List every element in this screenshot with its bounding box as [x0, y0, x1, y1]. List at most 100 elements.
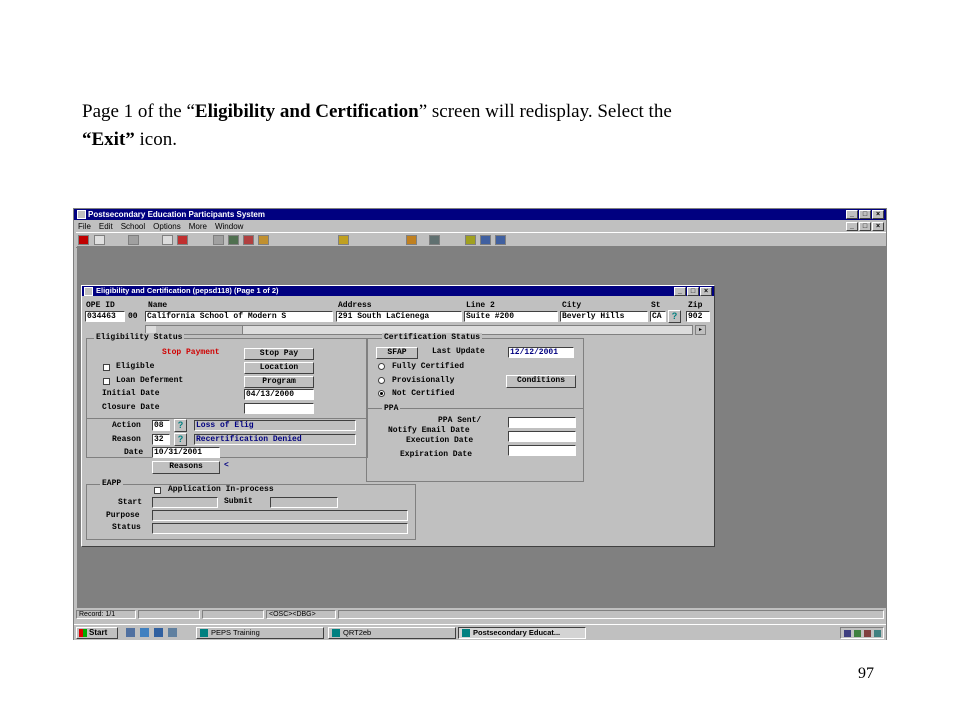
child-restore-icon[interactable]: □: [859, 222, 871, 231]
status-cell-5: [338, 610, 884, 619]
eapp-submit-field: [270, 497, 338, 508]
prev-record-icon[interactable]: [480, 235, 491, 245]
fully-certified-radio[interactable]: [378, 363, 385, 370]
desktop-icon[interactable]: [126, 628, 135, 637]
notify-email-date-label: Notify Email Date: [388, 426, 470, 435]
child-restore-close-icon[interactable]: ×: [872, 222, 884, 231]
certification-status-title: Certification Status: [382, 333, 483, 342]
expiration-date-field[interactable]: [508, 445, 576, 456]
edit-icon[interactable]: [338, 235, 349, 245]
reason-lov-icon[interactable]: ?: [174, 433, 187, 446]
start-button[interactable]: Start: [76, 627, 118, 639]
application-in-process-checkbox[interactable]: [154, 487, 161, 494]
action-label: Action: [112, 421, 141, 430]
loan-deferment-checkbox[interactable]: [103, 378, 110, 385]
eligible-label: Eligible: [116, 362, 155, 371]
close-icon[interactable]: ×: [872, 210, 884, 219]
line2-field[interactable]: Suite #200: [464, 311, 558, 322]
reason-code-field[interactable]: 32: [152, 434, 170, 445]
save-icon[interactable]: [94, 235, 105, 245]
next-icon[interactable]: [465, 235, 476, 245]
check-icon[interactable]: [429, 235, 440, 245]
child-maximize-icon[interactable]: □: [687, 287, 699, 296]
cursor-arrow-icon: <: [224, 461, 229, 470]
eapp-title: EAPP: [100, 479, 124, 488]
reason-label: Reason: [112, 435, 141, 444]
delete-record-icon[interactable]: [243, 235, 254, 245]
child-restore-minimize-icon[interactable]: _: [846, 222, 858, 231]
provisionally-radio[interactable]: [378, 377, 385, 384]
query-icon[interactable]: [162, 235, 173, 245]
tray-monitor-icon[interactable]: [874, 630, 881, 637]
sort-icon[interactable]: [177, 235, 188, 245]
initial-date-field[interactable]: 04/13/2000: [244, 389, 314, 400]
outlook-icon[interactable]: [154, 628, 163, 637]
conditions-button[interactable]: Conditions: [506, 375, 576, 388]
child-minimize-icon[interactable]: _: [674, 287, 686, 296]
ope-id-suffix: 00: [128, 312, 138, 321]
zip-field[interactable]: 902: [686, 311, 710, 322]
name-label: Name: [148, 301, 168, 310]
ppa-sent-field[interactable]: [508, 417, 576, 428]
app-icon: [77, 210, 86, 219]
task-qrt2eb[interactable]: QRT2eb: [328, 627, 456, 639]
pencil-icon[interactable]: [406, 235, 417, 245]
print-icon[interactable]: [128, 235, 139, 245]
last-update-field: 12/12/2001: [508, 347, 574, 358]
exit-icon[interactable]: [78, 235, 89, 245]
tray-app-icon[interactable]: [864, 630, 871, 637]
eligibility-status-title: Eligibility Status: [94, 333, 185, 342]
provisionally-label: Provisionally: [392, 376, 455, 385]
child-exit-icon[interactable]: [84, 287, 93, 296]
execution-date-label: Execution Date: [406, 436, 474, 445]
sfap-button[interactable]: SFAP: [376, 347, 418, 359]
child-close-icon[interactable]: ×: [700, 287, 712, 296]
date-field[interactable]: 10/31/2001: [152, 447, 220, 458]
name-field[interactable]: California School of Modern S: [145, 311, 333, 322]
closure-date-label: Closure Date: [102, 403, 160, 412]
clear-icon[interactable]: [258, 235, 269, 245]
stop-pay-button[interactable]: Stop Pay: [244, 348, 314, 360]
state-field[interactable]: CA: [650, 311, 666, 322]
eligibility-certification-window: Eligibility and Certification (pepsd118)…: [81, 285, 715, 547]
task-postsecondary[interactable]: Postsecondary Educat...: [458, 627, 586, 639]
city-label: City: [562, 301, 582, 310]
menu-more[interactable]: More: [189, 221, 207, 232]
reasons-button[interactable]: Reasons: [152, 461, 220, 474]
action-lov-icon[interactable]: ?: [174, 419, 187, 432]
explorer-icon[interactable]: [168, 628, 177, 637]
state-lov-icon[interactable]: ?: [668, 310, 681, 323]
eapp-start-label: Start: [118, 498, 143, 507]
menu-file[interactable]: File: [78, 221, 91, 232]
address-field[interactable]: 291 South LaCienega: [336, 311, 462, 322]
menu-school[interactable]: School: [121, 221, 145, 232]
expiration-date-label: Expiration Date: [400, 450, 473, 459]
eapp-start-field: [152, 497, 218, 508]
browser-icon[interactable]: [140, 628, 149, 637]
not-certified-radio[interactable]: [378, 390, 385, 397]
tray-volume-icon[interactable]: [854, 630, 861, 637]
minimize-icon[interactable]: _: [846, 210, 858, 219]
maximize-icon[interactable]: □: [859, 210, 871, 219]
closure-date-field[interactable]: [244, 403, 314, 414]
ope-id-field[interactable]: 034463: [85, 311, 125, 322]
program-button[interactable]: Program: [244, 376, 314, 388]
eapp-purpose-field: [152, 510, 408, 521]
next-record-icon[interactable]: [495, 235, 506, 245]
action-code-field[interactable]: 08: [152, 420, 170, 431]
app-window: Postsecondary Education Participants Sys…: [73, 208, 887, 640]
task-peps-training[interactable]: PEPS Training: [196, 627, 324, 639]
insert-record-icon[interactable]: [228, 235, 239, 245]
date-label: Date: [124, 448, 144, 457]
execution-date-field[interactable]: [508, 431, 576, 442]
scroll-right-icon[interactable]: ▸: [695, 325, 706, 335]
menu-options[interactable]: Options: [153, 221, 181, 232]
child-title: Eligibility and Certification (pepsd118)…: [96, 286, 279, 295]
location-button[interactable]: Location: [244, 362, 314, 374]
city-field[interactable]: Beverly Hills: [560, 311, 648, 322]
menu-window[interactable]: Window: [215, 221, 243, 232]
eligible-checkbox[interactable]: [103, 364, 110, 371]
search-icon[interactable]: [213, 235, 224, 245]
menu-edit[interactable]: Edit: [99, 221, 113, 232]
tray-network-icon[interactable]: [844, 630, 851, 637]
